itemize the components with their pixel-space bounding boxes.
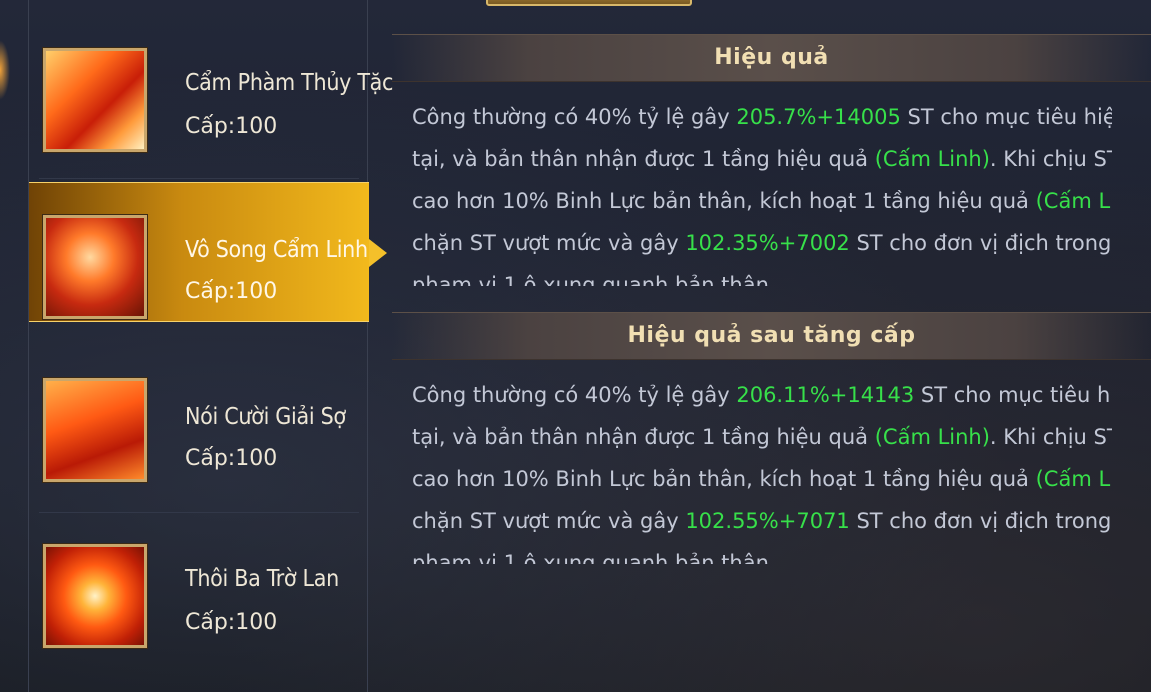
skill-item-1[interactable]: Vô Song Cẩm Linh Cấp:100 [29, 182, 387, 322]
highlight-text: 205.7%+14005 [736, 105, 901, 129]
text-segment: . Khi chịu ST [989, 147, 1112, 171]
skill-name: Cẩm Phàm Thủy Tặc [185, 70, 394, 96]
skill-level: Cấp:100 [185, 446, 278, 471]
flame-claw-icon [43, 48, 147, 152]
effect-description[interactable]: Công thường có 40% tỷ lệ gây 205.7%+1400… [412, 96, 1112, 286]
text-segment: phạm vi 1 ô xung quanh bản thân [412, 551, 769, 564]
text-segment: chặn ST vượt mức và gây [412, 509, 686, 533]
description-line: tại, và bản thân nhận được 1 tầng hiệu q… [412, 138, 1112, 180]
fire-whirl-icon [43, 378, 147, 482]
effect-header: Hiệu quả [392, 34, 1151, 82]
description-line: chặn ST vượt mức và gây 102.35%+7002 ST … [412, 222, 1112, 264]
description-line: cao hơn 10% Binh Lực bản thân, kích hoạt… [412, 458, 1112, 500]
skill-item-0[interactable]: Cẩm Phàm Thủy Tặc Cấp:100 [29, 20, 393, 160]
highlight-text: (Cấm Linh) [874, 147, 990, 171]
text-segment: chặn ST vượt mức và gây [412, 231, 686, 255]
text-segment: cao hơn 10% Binh Lực bản thân, kích hoạt… [412, 467, 1036, 491]
description-line: Công thường có 40% tỷ lệ gây 205.7%+1400… [412, 96, 1112, 138]
highlight-text: (Cấm Linh) [1035, 467, 1112, 491]
edge-glow [0, 40, 10, 100]
skill-level: Cấp:100 [185, 114, 278, 139]
highlight-text: (Cấm Linh) [1035, 189, 1112, 213]
description-line: chặn ST vượt mức và gây 102.55%+7071 ST … [412, 500, 1112, 542]
effect-title: Hiệu quả [714, 45, 829, 70]
skill-level: Cấp:100 [185, 610, 278, 635]
highlight-text: (Cấm Linh) [874, 425, 990, 449]
highlight-text: 102.55%+7071 [685, 509, 850, 533]
skill-name: Nói Cười Giải Sợ [185, 404, 346, 430]
text-segment: . Khi chịu ST [989, 425, 1112, 449]
upgrade-description[interactable]: Công thường có 40% tỷ lệ gây 206.11%+141… [412, 374, 1112, 564]
upgrade-header: Hiệu quả sau tăng cấp [392, 312, 1151, 360]
skill-item-2[interactable]: Nói Cười Giải Sợ Cấp:100 [29, 350, 369, 490]
fire-blade-icon [43, 215, 147, 319]
description-line: phạm vi 1 ô xung quanh bản thân [412, 264, 1112, 286]
text-segment: cao hơn 10% Binh Lực bản thân, kích hoạt… [412, 189, 1036, 213]
text-segment: ST cho đơn vị địch trong [849, 509, 1112, 533]
description-line: phạm vi 1 ô xung quanh bản thân [412, 542, 1112, 564]
text-segment: tại, và bản thân nhận được 1 tầng hiệu q… [412, 147, 875, 171]
text-segment: ST cho mục tiêu hiện [900, 105, 1113, 129]
text-segment: ST cho đơn vị địch trong [849, 231, 1112, 255]
text-segment: tại, và bản thân nhận được 1 tầng hiệu q… [412, 425, 875, 449]
text-segment: phạm vi 1 ô xung quanh bản thân [412, 273, 769, 286]
skill-item-3[interactable]: Thôi Ba Trờ Lan Cấp:100 [29, 516, 369, 656]
skill-level: Cấp:100 [185, 279, 278, 304]
skill-name: Vô Song Cẩm Linh [185, 237, 368, 263]
fire-orb-icon [43, 544, 147, 648]
description-line: cao hơn 10% Binh Lực bản thân, kích hoạt… [412, 180, 1112, 222]
text-segment: Công thường có 40% tỷ lệ gây [412, 105, 737, 129]
text-segment: Công thường có 40% tỷ lệ gây [412, 383, 737, 407]
top-tab[interactable] [486, 0, 692, 6]
highlight-text: 102.35%+7002 [685, 231, 850, 255]
description-line: Công thường có 40% tỷ lệ gây 206.11%+141… [412, 374, 1112, 416]
skill-detail-panel: Hiệu quả Công thường có 40% tỷ lệ gây 20… [392, 30, 1151, 692]
highlight-text: 206.11%+14143 [736, 383, 915, 407]
upgrade-title: Hiệu quả sau tăng cấp [627, 323, 916, 348]
divider [39, 512, 359, 513]
divider [39, 178, 359, 179]
skill-list: Cẩm Phàm Thủy Tặc Cấp:100 Vô Song Cẩm Li… [28, 0, 393, 692]
description-line: tại, và bản thân nhận được 1 tầng hiệu q… [412, 416, 1112, 458]
skill-name: Thôi Ba Trờ Lan [185, 566, 339, 592]
text-segment: ST cho mục tiêu hiện [920, 383, 1112, 407]
